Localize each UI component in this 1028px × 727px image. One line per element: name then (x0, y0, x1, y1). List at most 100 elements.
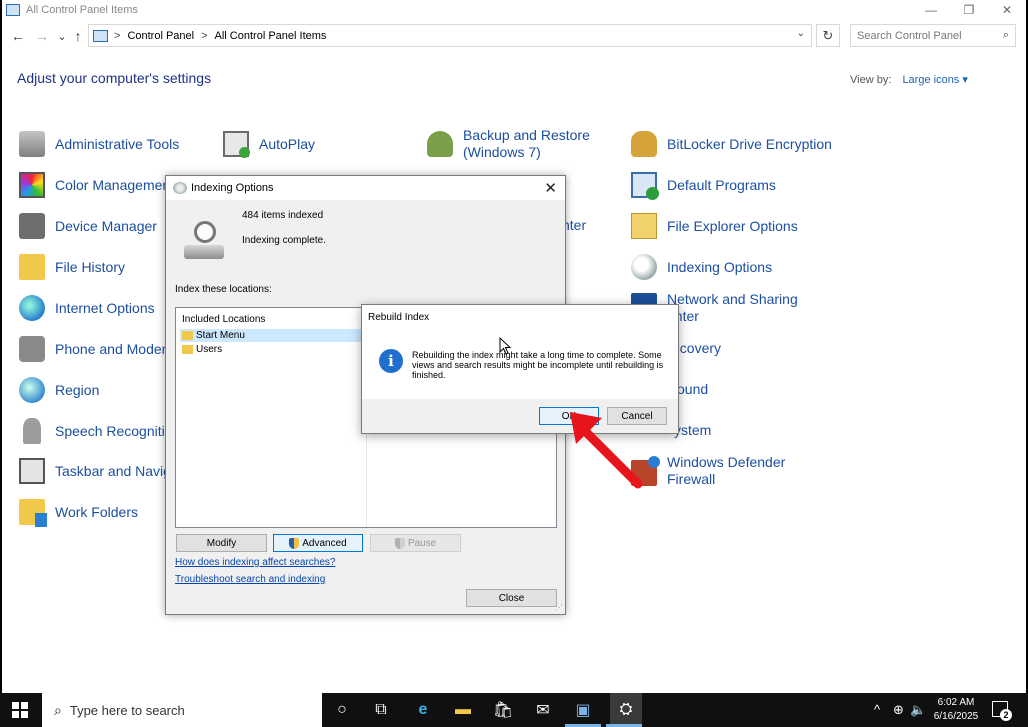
search-input[interactable]: Search Control Panel ⌕ (850, 24, 1016, 47)
item-administrative-tools[interactable]: Administrative Tools (19, 131, 179, 157)
mail-icon[interactable]: ✉ (531, 698, 555, 722)
rebuild-dialog-title: Rebuild Index (368, 312, 430, 323)
items-indexed-count: 484 items indexed (242, 210, 324, 221)
mouse-cursor-icon (499, 337, 511, 355)
caret-down-icon: ▾ (962, 74, 968, 86)
folder-icon (182, 345, 193, 354)
region-icon (19, 377, 45, 403)
system-clock[interactable]: 6:02 AM 6/16/2025 (925, 696, 987, 724)
control-panel-icon (93, 29, 108, 42)
indexing-options-icon (631, 254, 657, 280)
item-sound[interactable]: ound (677, 381, 708, 398)
item-backup-restore[interactable]: Backup and Restore (Windows 7) (427, 127, 593, 161)
microphone-icon (23, 418, 41, 444)
store-icon[interactable]: 🛍 (491, 698, 515, 722)
breadcrumb-control-panel[interactable]: Control Panel (127, 30, 194, 42)
search-icon: ⌕ (54, 701, 62, 718)
internet-options-icon (19, 295, 45, 321)
search-icon[interactable]: ⌕ (1003, 29, 1009, 42)
edge-icon[interactable]: e (411, 698, 435, 722)
file-explorer-options-icon (631, 213, 657, 239)
indexing-drive-icon (184, 221, 224, 259)
chevron-down-icon[interactable]: ⌄ (797, 28, 805, 39)
item-default-programs[interactable]: Default Programs (631, 172, 776, 200)
folder-icon (182, 331, 193, 340)
item-work-folders[interactable]: Work Folders (19, 499, 138, 527)
close-window-button[interactable]: ✕ (988, 0, 1026, 20)
indexing-options-taskbar-icon[interactable]: ⛭ (610, 693, 642, 727)
dialog-titlebar: Indexing Options ✕ (166, 176, 565, 200)
device-manager-icon (19, 213, 45, 239)
tray-chevron-icon[interactable]: ^ (874, 702, 880, 717)
back-button[interactable]: ← (8, 25, 28, 47)
default-programs-icon (631, 172, 659, 200)
volume-icon[interactable]: 🔈 (910, 702, 926, 718)
window-titlebar: All Control Panel Items — ❐ ✕ (2, 0, 1026, 20)
advanced-button[interactable]: Advanced (273, 534, 363, 552)
control-panel-icon (6, 4, 20, 16)
uac-shield-icon (394, 537, 405, 549)
taskbar: ⌕ Type here to search ○ ⧉ e ▬ 🛍 ✉ ▣ ⛭ ^ … (0, 693, 1028, 727)
close-dialog-button[interactable]: ✕ (544, 179, 557, 197)
item-device-manager[interactable]: Device Manager (19, 213, 157, 239)
item-color-management[interactable]: Color Management (19, 172, 174, 198)
bitlocker-icon (631, 131, 657, 157)
item-bitlocker[interactable]: BitLocker Drive Encryption (631, 131, 832, 157)
location-row-start-menu[interactable]: Start Menu (180, 329, 363, 342)
item-taskbar-navigation[interactable]: Taskbar and Naviga (19, 458, 179, 484)
window-title: All Control Panel Items (26, 4, 138, 16)
refresh-button[interactable]: ↻ (816, 24, 840, 47)
up-button[interactable]: ↑ (68, 25, 88, 47)
control-panel-window: All Control Panel Items — ❐ ✕ ← → ⌄ ↑ > … (2, 0, 1026, 693)
restore-button[interactable]: ❐ (950, 0, 988, 20)
how-indexing-affects-searches-link[interactable]: How does indexing affect searches? (175, 557, 335, 568)
network-icon[interactable]: ⊕ (893, 702, 904, 718)
task-view-icon[interactable]: ⧉ (369, 698, 393, 722)
file-explorer-icon[interactable]: ▬ (451, 698, 475, 722)
navigation-bar: ← → ⌄ ↑ > Control Panel > All Control Pa… (2, 22, 1026, 50)
item-autoplay[interactable]: AutoPlay (223, 131, 315, 158)
item-system[interactable]: ystem (674, 422, 711, 439)
item-recovery[interactable]: ecovery (672, 340, 721, 357)
notification-count-badge: 2 (1000, 709, 1012, 721)
taskbar-search-input[interactable]: ⌕ Type here to search (42, 693, 322, 727)
modify-button[interactable]: Modify (176, 534, 267, 552)
item-region[interactable]: Region (19, 377, 99, 403)
location-row-users[interactable]: Users (180, 343, 363, 356)
troubleshoot-indexing-link[interactable]: Troubleshoot search and indexing (175, 574, 325, 585)
search-placeholder: Search Control Panel (857, 29, 962, 42)
rebuild-message: Rebuilding the index might take a long t… (412, 350, 664, 380)
item-file-explorer-options[interactable]: File Explorer Options (631, 213, 798, 239)
minimize-button[interactable]: — (912, 0, 950, 20)
forward-button[interactable]: → (32, 25, 52, 47)
item-file-history[interactable]: File History (19, 254, 125, 280)
clock-time: 6:02 AM (937, 697, 975, 708)
uac-shield-icon (289, 537, 300, 549)
item-speech-recognition[interactable]: Speech Recognition (19, 418, 180, 444)
file-history-icon (19, 254, 45, 280)
item-windows-defender-firewall[interactable]: Windows Defender Firewall (631, 454, 785, 488)
item-indexing-options[interactable]: Indexing Options (631, 254, 772, 280)
work-folders-icon (19, 499, 47, 527)
control-panel-taskbar-icon[interactable]: ▣ (571, 698, 595, 722)
breadcrumb-all-items[interactable]: All Control Panel Items (215, 30, 327, 42)
item-internet-options[interactable]: Internet Options (19, 295, 155, 321)
admin-tools-icon (19, 131, 45, 157)
breadcrumb-separator: > (114, 29, 121, 42)
color-management-icon (19, 172, 45, 198)
close-button[interactable]: Close (466, 589, 557, 607)
address-bar[interactable]: > Control Panel > All Control Panel Item… (88, 24, 812, 47)
resize-grip-icon[interactable]: ⋰ (555, 603, 563, 612)
taskbar-search-placeholder: Type here to search (69, 702, 185, 718)
annotation-arrow-icon (570, 412, 643, 489)
view-by-dropdown[interactable]: Large icons ▾ (902, 74, 967, 86)
page-title: Adjust your computer's settings (17, 70, 212, 86)
item-phone-modem[interactable]: Phone and Modem (19, 336, 173, 362)
dialog-title: Indexing Options (191, 182, 274, 194)
cortana-icon[interactable]: ○ (330, 698, 354, 722)
backup-icon (427, 131, 453, 157)
breadcrumb-separator: > (201, 29, 208, 42)
windows-start-icon[interactable] (12, 702, 28, 718)
notifications-icon[interactable]: 2 (992, 701, 1012, 721)
pause-button[interactable]: Pause (370, 534, 461, 552)
